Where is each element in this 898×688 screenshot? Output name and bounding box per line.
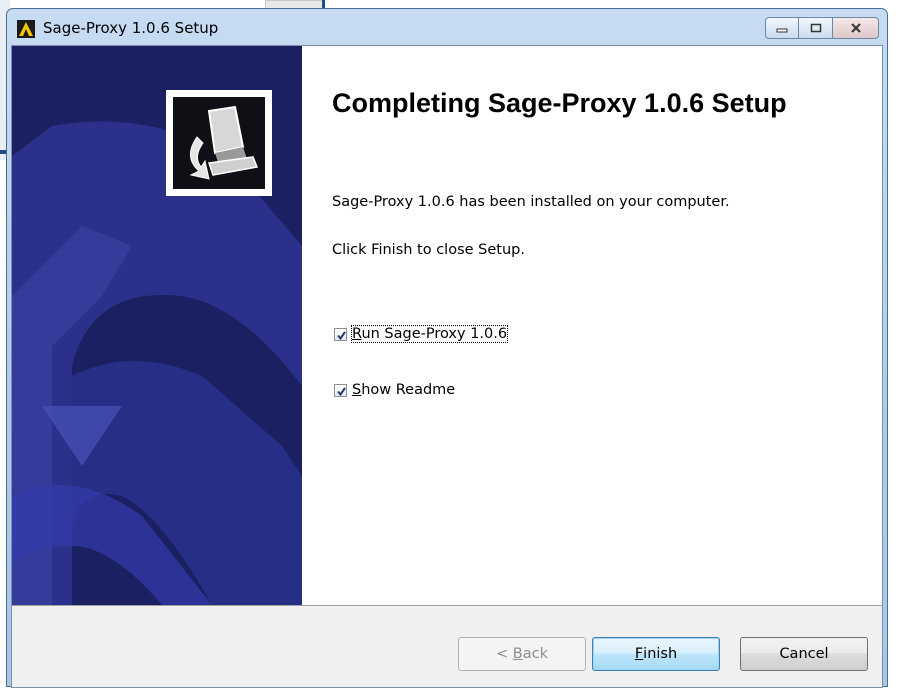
installer-logo-frame bbox=[166, 90, 272, 196]
minimize-icon bbox=[776, 28, 788, 33]
run-app-option[interactable]: Run Sage-Proxy 1.0.6 bbox=[334, 325, 509, 343]
desktop-background bbox=[888, 0, 898, 687]
close-button[interactable] bbox=[833, 17, 879, 39]
minimize-button[interactable] bbox=[765, 17, 799, 39]
completion-panel: Completing Sage-Proxy 1.0.6 Setup Sage-P… bbox=[302, 46, 882, 605]
installed-message: Sage-Proxy 1.0.6 has been installed on y… bbox=[332, 194, 730, 210]
title-bar[interactable]: Sage-Proxy 1.0.6 Setup bbox=[7, 9, 887, 45]
checkmark-icon bbox=[337, 330, 346, 340]
finish-button[interactable]: Finish bbox=[592, 637, 720, 671]
dialog-client-area: Completing Sage-Proxy 1.0.6 Setup Sage-P… bbox=[11, 45, 883, 688]
caption-buttons bbox=[765, 17, 879, 41]
maximize-button[interactable] bbox=[799, 17, 833, 39]
checkmark-icon bbox=[337, 386, 346, 396]
page-title: Completing Sage-Proxy 1.0.6 Setup bbox=[332, 88, 787, 118]
maximize-icon bbox=[810, 23, 821, 33]
button-bar: < Back Finish Cancel bbox=[12, 606, 882, 687]
finish-instruction: Click Finish to close Setup. bbox=[332, 242, 525, 258]
show-readme-option[interactable]: Show Readme bbox=[334, 382, 455, 398]
setup-window: Sage-Proxy 1.0.6 Setup Completing Sage-P… bbox=[6, 8, 888, 688]
close-icon bbox=[850, 23, 861, 33]
back-button[interactable]: < Back bbox=[458, 637, 586, 671]
show-readme-label[interactable]: Show Readme bbox=[352, 382, 455, 398]
run-app-checkbox[interactable] bbox=[334, 327, 347, 341]
window-title: Sage-Proxy 1.0.6 Setup bbox=[43, 19, 219, 37]
wizard-banner-image bbox=[12, 46, 302, 605]
installer-app-icon bbox=[17, 20, 35, 38]
computer-install-icon bbox=[173, 97, 265, 189]
cancel-button[interactable]: Cancel bbox=[740, 637, 868, 671]
run-app-label[interactable]: Run Sage-Proxy 1.0.6 bbox=[350, 325, 509, 343]
show-readme-checkbox[interactable] bbox=[334, 383, 347, 397]
